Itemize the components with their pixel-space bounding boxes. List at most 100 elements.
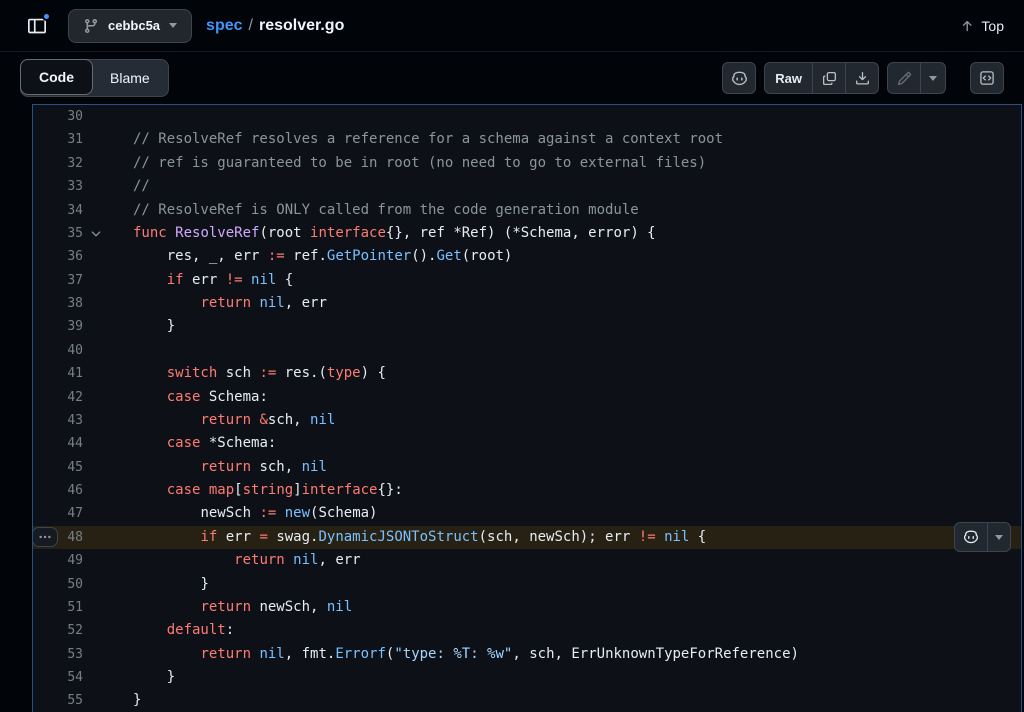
code-line-51: 51 return newSch, nil [33,596,1021,619]
line-actions-button[interactable] [33,527,58,548]
line-number[interactable]: 42 [33,386,83,409]
line-number[interactable]: 35 [33,222,83,245]
code-line-53: 53 return nil, fmt.Errorf("type: %T: %w"… [33,643,1021,666]
code-content: func ResolveRef(root interface{}, ref *R… [133,224,656,241]
download-button[interactable] [845,62,879,94]
tab-blame[interactable]: Blame [92,60,168,96]
code-line-34: 34 // ResolveRef is ONLY called from the … [33,199,1021,222]
line-number[interactable]: 53 [33,643,83,666]
code-content: newSch := new(Schema) [200,505,378,522]
copilot-icon [963,529,979,545]
code-line-49: 49 return nil, err [33,549,1021,572]
line-number[interactable]: 47 [33,502,83,525]
line-number[interactable]: 30 [33,105,83,128]
line-number[interactable]: 31 [33,128,83,151]
file-header: cebbc5a spec / resolver.go Top [0,0,1024,52]
code-content: case *Schema: [166,435,277,452]
code-line-50: 50 } [33,573,1021,596]
code-line-36: 36 res, _, err := ref.GetPointer().Get(r… [33,245,1021,268]
chevron-down-icon [929,75,937,81]
line-number[interactable]: 49 [33,549,83,572]
line-number[interactable]: 50 [33,573,83,596]
code-line-35: 35 func ResolveRef(root interface{}, ref … [33,222,1021,245]
line-number[interactable]: 34 [33,199,83,222]
edit-group [887,62,946,94]
line-number[interactable]: 54 [33,666,83,689]
code-line-31: 31 // ResolveRef resolves a reference for… [33,128,1021,151]
file-view-toolbar: Code Blame Raw [0,52,1024,104]
pencil-icon [897,71,912,86]
copy-raw-button[interactable] [812,62,846,94]
code-content: } [133,692,142,709]
code-line-55: 55} [33,689,1021,712]
code-line-52: 52 default: [33,619,1021,642]
code-line-38: 38 return nil, err [33,292,1021,315]
code-content: return newSch, nil [200,598,353,615]
arrow-up-icon [960,19,974,33]
branch-selector-button[interactable]: cebbc5a [68,8,193,43]
line-copilot-dropdown-button[interactable] [987,522,1011,553]
code-square-icon [979,70,995,86]
line-number[interactable]: 44 [33,432,83,455]
code-line-40: 40 [33,339,1021,362]
download-icon [855,71,870,86]
code-line-41: 41 switch sch := res.(type) { [33,362,1021,385]
code-content: // ref is guaranteed to be in root (no n… [133,154,707,171]
code-line-47: 47 newSch := new(Schema) [33,502,1021,525]
git-branch-icon [83,18,99,34]
line-number[interactable]: 46 [33,479,83,502]
line-copilot-group [954,522,1011,553]
file-tree-toggle-button[interactable] [20,9,54,43]
line-number[interactable]: 32 [33,152,83,175]
code-line-43: 43 return &sch, nil [33,409,1021,432]
code-line-32: 32 // ref is guaranteed to be in root (no… [33,152,1021,175]
symbols-panel-button[interactable] [970,62,1004,94]
line-number[interactable]: 41 [33,362,83,385]
line-number[interactable]: 43 [33,409,83,432]
line-number[interactable]: 37 [33,269,83,292]
code-content: case Schema: [166,388,268,405]
breadcrumb-separator: / [248,16,253,34]
code-content: return sch, nil [200,458,327,475]
branch-name: cebbc5a [108,18,161,33]
line-number[interactable]: 36 [33,245,83,268]
code-line-42: 42 case Schema: [33,386,1021,409]
code-line-33: 33 // [33,175,1021,198]
code-content: if err != nil { [166,271,294,288]
copilot-button[interactable] [722,62,757,94]
scroll-to-top-button[interactable]: Top [960,18,1004,34]
code-content: } [166,318,176,335]
line-number[interactable]: 51 [33,596,83,619]
copilot-icon [731,70,748,87]
code-line-44: 44 case *Schema: [33,432,1021,455]
code-content: } [200,575,209,592]
line-number[interactable]: 33 [33,175,83,198]
edit-dropdown-button[interactable] [920,62,946,94]
chevron-down-icon [995,534,1003,540]
code-content: default: [166,622,235,639]
code-line-39: 39 } [33,315,1021,338]
code-content: return nil, err [200,295,327,311]
code-line-46: 46 case map[string]interface{}: [33,479,1021,502]
chevron-down-icon [169,23,178,28]
code-content: // ResolveRef resolves a reference for a… [133,131,724,148]
copy-icon [822,71,837,86]
edit-file-button[interactable] [887,62,921,94]
line-number[interactable]: 55 [33,689,83,712]
code-content: // [133,178,150,195]
code-content: } [166,669,176,685]
line-copilot-button[interactable] [954,522,988,553]
line-number[interactable]: 40 [33,339,83,362]
code-content: // ResolveRef is ONLY called from the co… [133,201,639,218]
line-number[interactable]: 45 [33,456,83,479]
line-number[interactable]: 52 [33,619,83,642]
raw-button[interactable]: Raw [764,62,813,94]
code-line-54: 54 } [33,666,1021,689]
line-number[interactable]: 38 [33,292,83,315]
line-number[interactable]: 39 [33,315,83,338]
fold-toggle-icon[interactable] [83,227,109,241]
code-line-45: 45 return sch, nil [33,456,1021,479]
breadcrumb-directory-link[interactable]: spec [206,17,242,35]
code-content: return nil, err [234,552,361,569]
tab-code[interactable]: Code [20,59,93,95]
